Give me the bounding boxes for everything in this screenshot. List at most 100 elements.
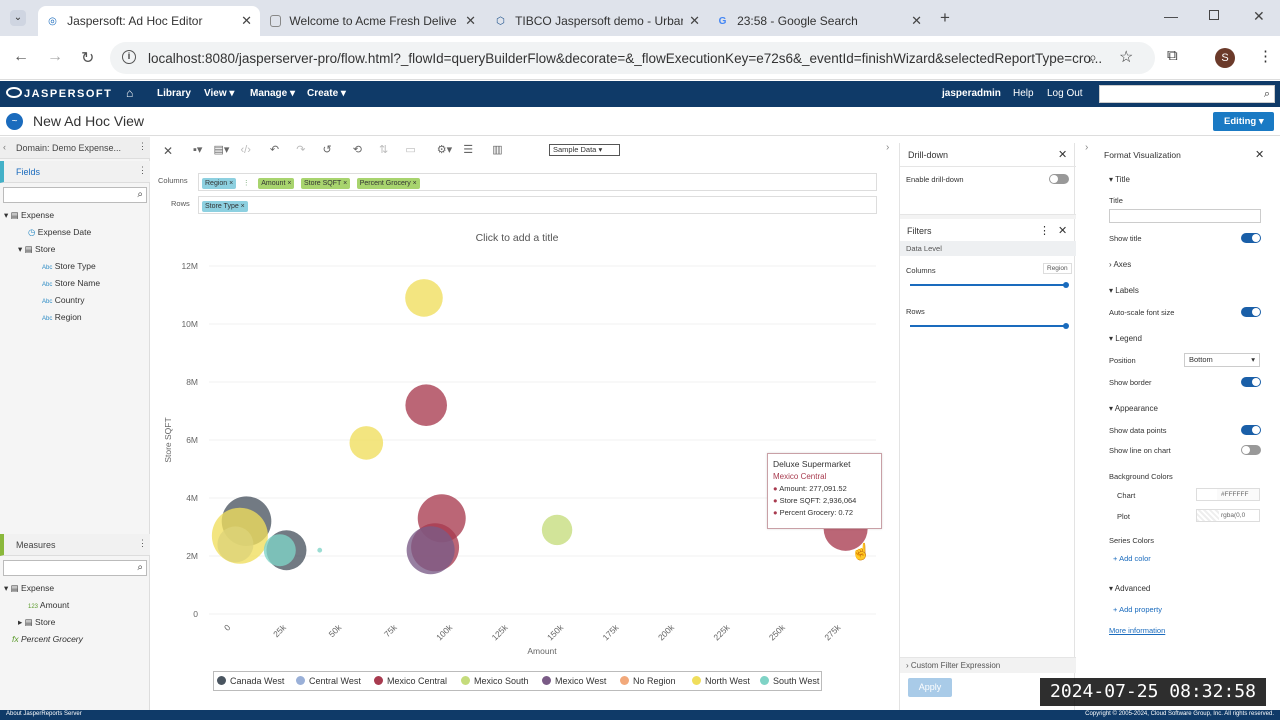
tree-item-country[interactable]: Abc Country (42, 295, 84, 305)
section-title[interactable]: ▾ Title (1109, 175, 1130, 184)
close-icon[interactable]: ✕ (911, 13, 922, 29)
tree-folder-expense-measures[interactable]: ▾ ▤ Expense (4, 583, 54, 594)
filter-icon[interactable]: ☰ (463, 144, 473, 156)
menu-library[interactable]: Library (157, 88, 191, 99)
close-icon[interactable]: ✕ (689, 13, 700, 29)
reload-icon[interactable]: ↻ (81, 48, 94, 68)
legend-item[interactable]: South West (760, 676, 819, 686)
legend-item[interactable]: North West (692, 676, 750, 686)
chip-store-type[interactable]: Store Type × (202, 201, 248, 212)
restore-icon[interactable] (1209, 10, 1219, 20)
search-icon[interactable]: ⌕ (1264, 88, 1270, 101)
add-property-link[interactable]: + Add property (1113, 605, 1162, 614)
show-line-toggle[interactable] (1241, 445, 1261, 455)
slider-handle[interactable] (1063, 323, 1069, 329)
section-legend[interactable]: ▾ Legend (1109, 334, 1142, 343)
close-icon[interactable]: ✕ (465, 13, 476, 29)
tree-folder-store-measures[interactable]: ▸ ▤ Store (18, 617, 55, 628)
section-appearance[interactable]: ▾ Appearance (1109, 404, 1158, 413)
profile-avatar[interactable]: S (1215, 48, 1235, 68)
new-tab-icon[interactable]: + (940, 8, 950, 28)
undo-icon[interactable]: ↶ (270, 144, 279, 156)
legend-item[interactable]: Mexico West (542, 676, 606, 686)
browser-tab-3[interactable]: G 23:58 - Google Search ✕ (708, 6, 930, 36)
rows-level-slider[interactable] (910, 323, 1069, 329)
legend-item[interactable]: Mexico South (461, 676, 529, 686)
auto-scale-toggle[interactable] (1241, 307, 1261, 317)
show-title-toggle[interactable] (1241, 233, 1261, 243)
kebab-icon[interactable]: ⋮ (1039, 224, 1050, 237)
chart-color-input[interactable]: #FFFFFF (1196, 488, 1260, 501)
apply-button[interactable]: Apply (908, 678, 952, 697)
chart-type-icon[interactable]: ▥ (492, 144, 502, 156)
more-information-link[interactable]: More information (1109, 626, 1165, 635)
legend-item[interactable]: Central West (296, 676, 361, 686)
search-icon[interactable]: ⌕ (137, 562, 143, 573)
kebab-icon[interactable]: ⋮ (138, 141, 147, 152)
logout-link[interactable]: Log Out (1047, 88, 1083, 99)
tree-item-percent-grocery[interactable]: fx Percent Grocery (12, 634, 83, 644)
plot-color-input[interactable]: rgba(0,0 (1196, 509, 1260, 522)
slider-handle[interactable] (1063, 282, 1069, 288)
collapse-icon[interactable]: ‹ (3, 142, 6, 152)
enable-drilldown-toggle[interactable] (1049, 174, 1069, 184)
url-input[interactable]: i localhost:8080/jasperserver-pro/flow.h… (110, 42, 1155, 74)
code-icon[interactable]: ‹/› (240, 144, 250, 156)
expand-panel-icon[interactable]: › (1085, 142, 1088, 153)
tree-folder-expense[interactable]: ▾ ▤ Expense (4, 210, 54, 221)
pivot-icon[interactable]: ⟲ (353, 144, 362, 156)
close-icon[interactable]: ✕ (1255, 148, 1264, 161)
browser-menu-icon[interactable]: ⋮ (1258, 47, 1273, 65)
tree-item-region[interactable]: Abc Region (42, 312, 82, 322)
columns-drop-zone[interactable]: Region × ⋮ Amount × Store SQFT × Percent… (198, 173, 877, 191)
expand-panel-icon[interactable]: › (886, 142, 889, 153)
close-icon[interactable]: ✕ (1058, 224, 1067, 237)
tree-item-store-type[interactable]: Abc Store Type (42, 261, 96, 271)
fields-header[interactable]: Fields ⋮ (0, 161, 150, 183)
home-icon[interactable]: ⌂ (126, 86, 133, 100)
measures-search-input[interactable]: ⌕ (3, 560, 147, 576)
close-icon[interactable]: ✕ (241, 13, 252, 29)
chip-percent-grocery[interactable]: Percent Grocery × (356, 178, 420, 189)
position-select[interactable]: Bottom ▾ (1184, 353, 1260, 367)
drag-handle-icon[interactable]: ⋮ (243, 180, 250, 187)
layout-icon[interactable]: ▭ (405, 144, 415, 156)
menu-create[interactable]: Create ▾ (307, 88, 346, 99)
add-color-link[interactable]: + Add color (1113, 554, 1151, 563)
fields-search-input[interactable]: ⌕ (3, 187, 147, 203)
menu-manage[interactable]: Manage ▾ (250, 88, 295, 99)
window-close-icon[interactable]: ✕ (1253, 8, 1265, 25)
minimize-icon[interactable]: — (1164, 8, 1178, 24)
tree-item-expense-date[interactable]: ◷ Expense Date (28, 227, 91, 238)
show-border-toggle[interactable] (1241, 377, 1261, 387)
save-icon[interactable]: ▪▾ (193, 144, 202, 156)
domain-header[interactable]: ‹ Domain: Demo Expense... ⋮ (0, 137, 150, 159)
zoom-icon[interactable]: ⌕ (1089, 49, 1097, 66)
browser-tab-1[interactable]: Welcome to Acme Fresh Delive ✕ (262, 6, 484, 36)
browser-tab-0[interactable]: ◎ Jaspersoft: Ad Hoc Editor ✕ (38, 6, 260, 36)
about-link[interactable]: About JasperReports Server (6, 711, 82, 717)
chip-store-sqft[interactable]: Store SQFT × (300, 178, 351, 189)
tree-item-amount[interactable]: 123 Amount (28, 600, 69, 610)
help-link[interactable]: Help (1013, 88, 1034, 99)
kebab-icon[interactable]: ⋮ (138, 165, 147, 176)
columns-level-slider[interactable] (910, 282, 1069, 288)
sample-data-select[interactable]: Sample Data ▾ (549, 144, 620, 156)
extensions-icon[interactable]: ⧉ (1167, 47, 1178, 64)
settings-icon[interactable]: ⚙▾ (437, 144, 452, 156)
tab-search-icon[interactable]: ⌄ (10, 10, 26, 26)
section-axes[interactable]: › Axes (1109, 260, 1131, 269)
legend-item[interactable]: Canada West (217, 676, 284, 686)
close-view-icon[interactable]: ✕ (163, 144, 173, 158)
legend-item[interactable]: Mexico Central (374, 676, 447, 686)
section-labels[interactable]: ▾ Labels (1109, 286, 1139, 295)
tree-folder-store[interactable]: ▾ ▤ Store (18, 244, 55, 255)
kebab-icon[interactable]: ⋮ (138, 538, 147, 549)
forward-icon[interactable]: → (47, 48, 63, 66)
back-icon[interactable]: ← (13, 48, 29, 66)
measures-header[interactable]: Measures ⋮ (0, 534, 150, 556)
rows-drop-zone[interactable]: Store Type × (198, 196, 877, 214)
tree-item-store-name[interactable]: Abc Store Name (42, 278, 100, 288)
chart-title-placeholder[interactable]: Click to add a title (151, 232, 883, 244)
undo-all-icon[interactable]: ↺ (322, 144, 331, 156)
